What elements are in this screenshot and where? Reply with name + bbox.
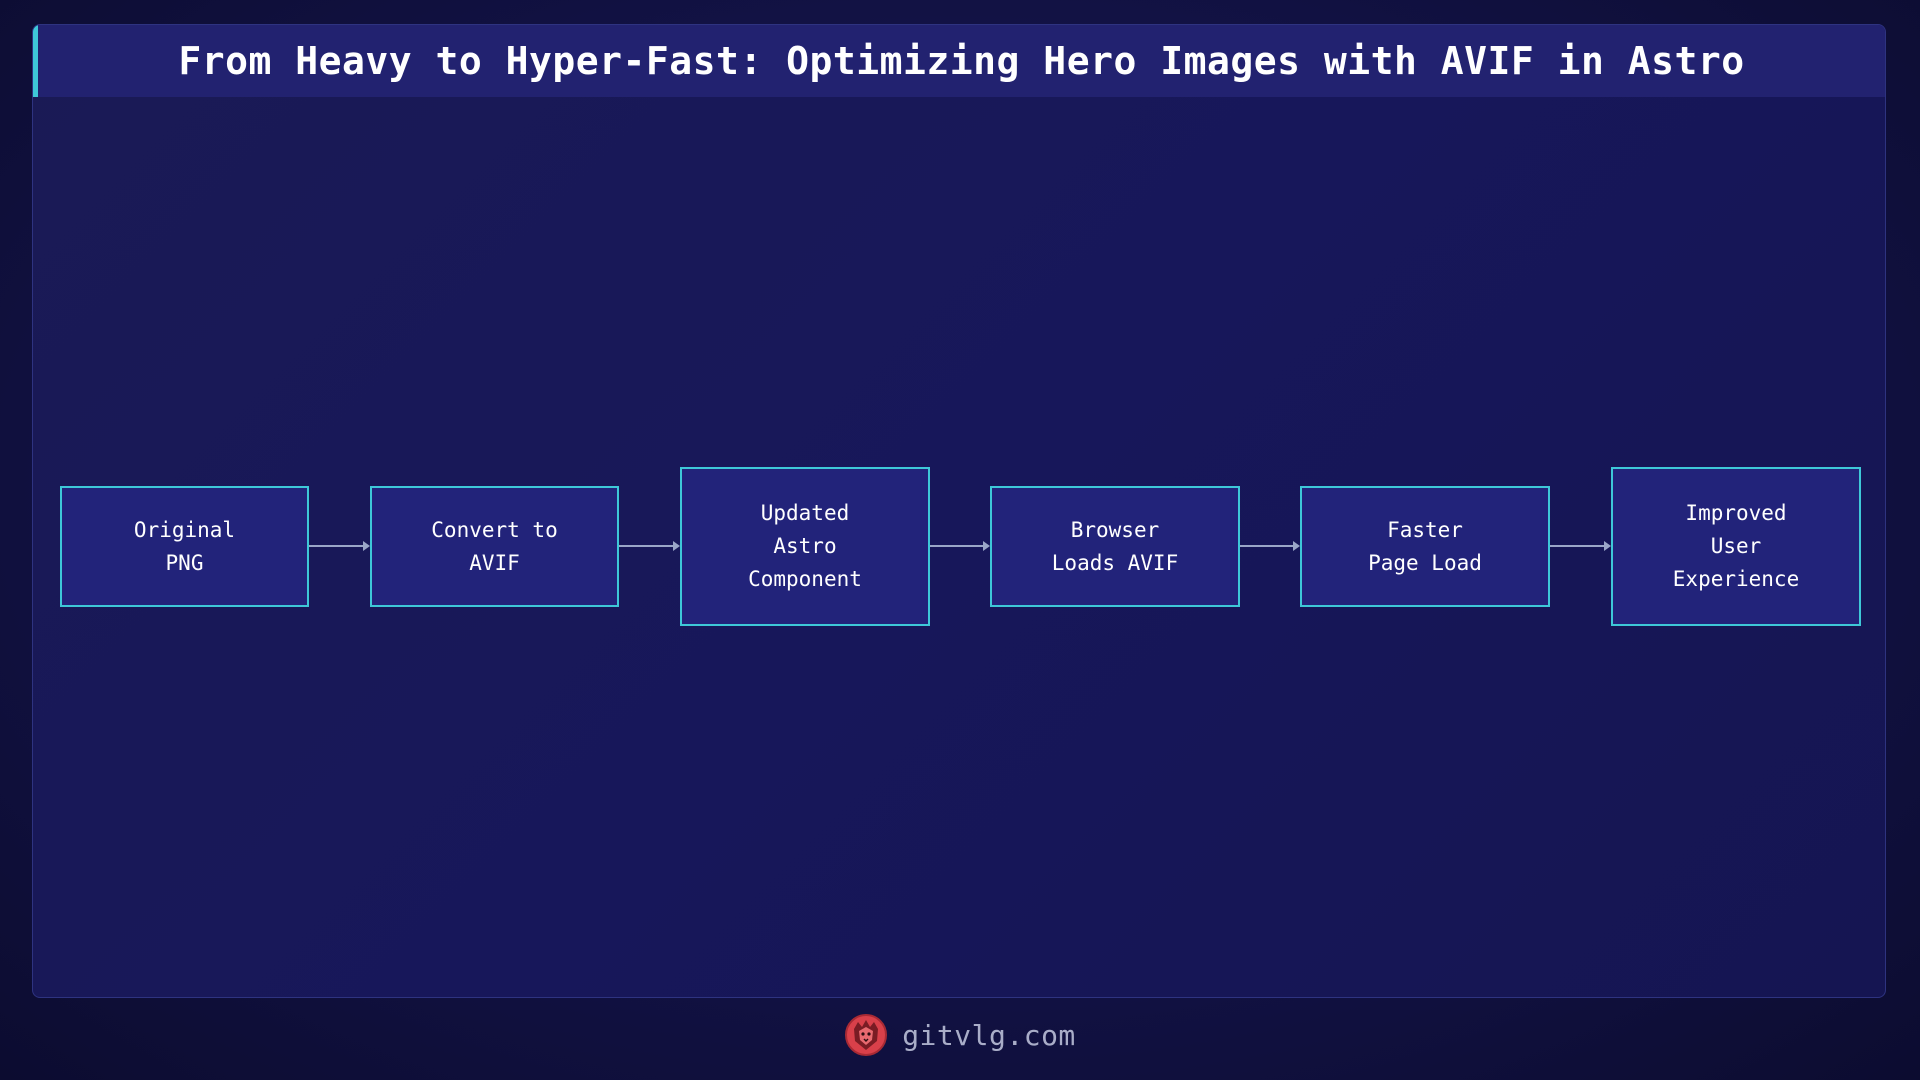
node-label: Browser Loads AVIF xyxy=(1051,517,1179,575)
node-improved-user-experience: Improved User Experience xyxy=(1611,467,1861,626)
title-bar: From Heavy to Hyper-Fast: Optimizing Her… xyxy=(33,25,1885,97)
node-label: Faster Page Load xyxy=(1368,517,1482,575)
node-updated-astro-component: Updated Astro Component xyxy=(680,467,930,626)
diagram-panel: From Heavy to Hyper-Fast: Optimizing Her… xyxy=(32,24,1886,998)
node-label: Original PNG xyxy=(133,517,236,575)
footer-site-name[interactable]: gitvlg.com xyxy=(902,1019,1076,1052)
node-label: Convert to AVIF xyxy=(431,517,558,575)
node-original-png: Original PNG xyxy=(60,486,309,607)
node-faster-page-load: Faster Page Load xyxy=(1300,486,1550,607)
footer: gitvlg.com xyxy=(0,1010,1920,1060)
node-label: Improved User Experience xyxy=(1672,501,1800,591)
node-label: Updated Astro Component xyxy=(748,501,862,591)
page-title: From Heavy to Hyper-Fast: Optimizing Her… xyxy=(178,39,1745,83)
node-browser-loads-avif: Browser Loads AVIF xyxy=(990,486,1240,607)
lion-head-icon xyxy=(845,1014,888,1056)
node-convert-to-avif: Convert to AVIF xyxy=(370,486,619,607)
